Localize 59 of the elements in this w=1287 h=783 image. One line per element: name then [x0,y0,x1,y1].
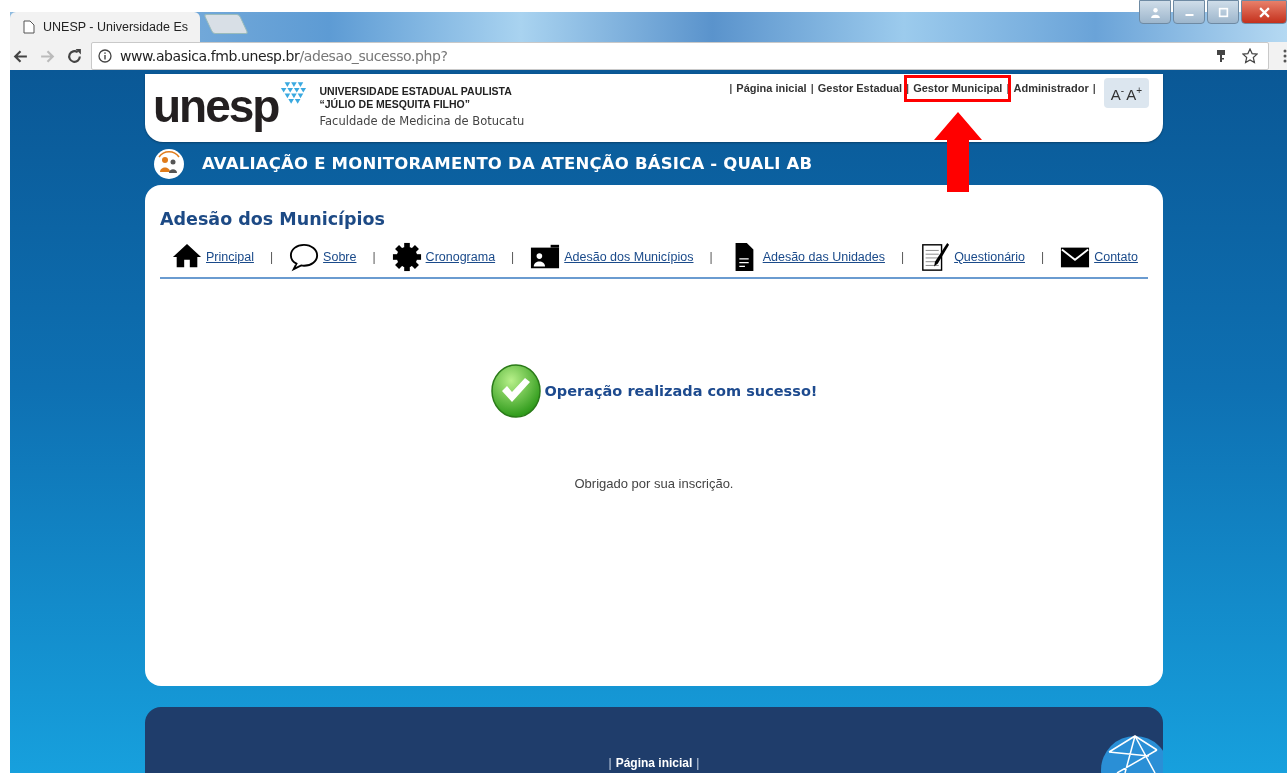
menu-link[interactable]: Questionário [954,250,1025,264]
separator-text: | [709,250,713,264]
nav-link[interactable]: Gestor Municipal [913,82,1003,94]
reload-icon[interactable] [66,47,83,65]
address-bar[interactable]: www.abasica.fmb.unesp.br/adesao_sucesso.php? [91,42,1269,70]
separator-text: | [1041,250,1045,264]
user-icon [1149,6,1161,18]
maximize-icon [1217,6,1229,18]
star-icon[interactable] [1242,48,1258,64]
menu-link[interactable]: Principal [206,250,254,264]
menu-link[interactable]: Cronograma [425,250,496,264]
separator-text: | [608,756,612,770]
url-path-text: /adesao_sucesso.php? [299,48,448,64]
nav-link[interactable]: Página inicial [736,82,807,94]
thank-you-text: Obrigado por sua inscrição. [573,476,735,491]
banner-title: AVALIAÇÃO E MONITORAMENTO DA ATENÇÃO BÁSICA - QUALI AB [202,154,813,173]
speech-bubble-icon[interactable] [289,242,320,272]
menu-link[interactable]: Adesão dos Municípios [564,250,694,264]
notepad-icon[interactable] [920,242,951,272]
footer-link[interactable]: Página inicial [615,756,693,770]
user-button[interactable] [1139,0,1171,24]
key-icon[interactable] [1214,49,1228,63]
separator-text: | [269,250,274,264]
minimize-button[interactable] [1173,0,1205,24]
url-host-text: www.abasica.fmb.unesp.br [120,48,300,64]
close-icon [1258,6,1270,18]
separator-text: | [511,250,515,264]
menu-link[interactable]: Sobre [323,250,357,264]
maximize-button[interactable] [1207,0,1239,24]
success-message: Operação realizada com sucesso! [544,383,818,399]
university-name: “JÚLIO DE MESQUITA FILHO” [319,98,471,111]
faculty-name: Faculdade de Medicina de Botucatu [319,114,525,128]
close-window-button[interactable] [1241,0,1287,24]
separator-text: | [810,82,814,94]
separator-text: | [1092,82,1096,94]
separator-text: | [906,82,910,94]
separator-text: | [696,756,700,770]
separator-text: | [729,82,733,94]
minimize-icon [1184,13,1194,16]
menu-link[interactable]: Contato [1094,250,1138,264]
separator-text: | [372,250,376,264]
logo-text[interactable]: unesp [153,80,279,132]
triangles-logo-icon [279,82,308,105]
font-size-button[interactable]: A$^{+}$ [1126,81,1142,105]
gear-icon[interactable] [391,242,422,272]
quali-logo-icon [153,147,185,180]
separator-text: | [901,250,905,264]
university-name: UNIVERSIDADE ESTADUAL PAULISTA [319,85,513,98]
page-icon [22,20,36,34]
check-icon [490,364,541,418]
menu-icon[interactable] [1283,48,1287,64]
menu-link[interactable]: Adesão das Unidades [762,250,885,264]
browser-tab[interactable]: UNESP - Universidade Es [10,12,200,42]
font-size-button[interactable]: A$^{-}$ [1110,81,1125,105]
nav-link[interactable]: Gestor Estadual [817,82,903,94]
info-icon [98,49,112,63]
page-heading: Adesão dos Municípios [160,209,386,229]
tab-title: UNESP - Universidade Es [43,20,188,34]
nav-link[interactable]: Administrador [1013,82,1089,94]
